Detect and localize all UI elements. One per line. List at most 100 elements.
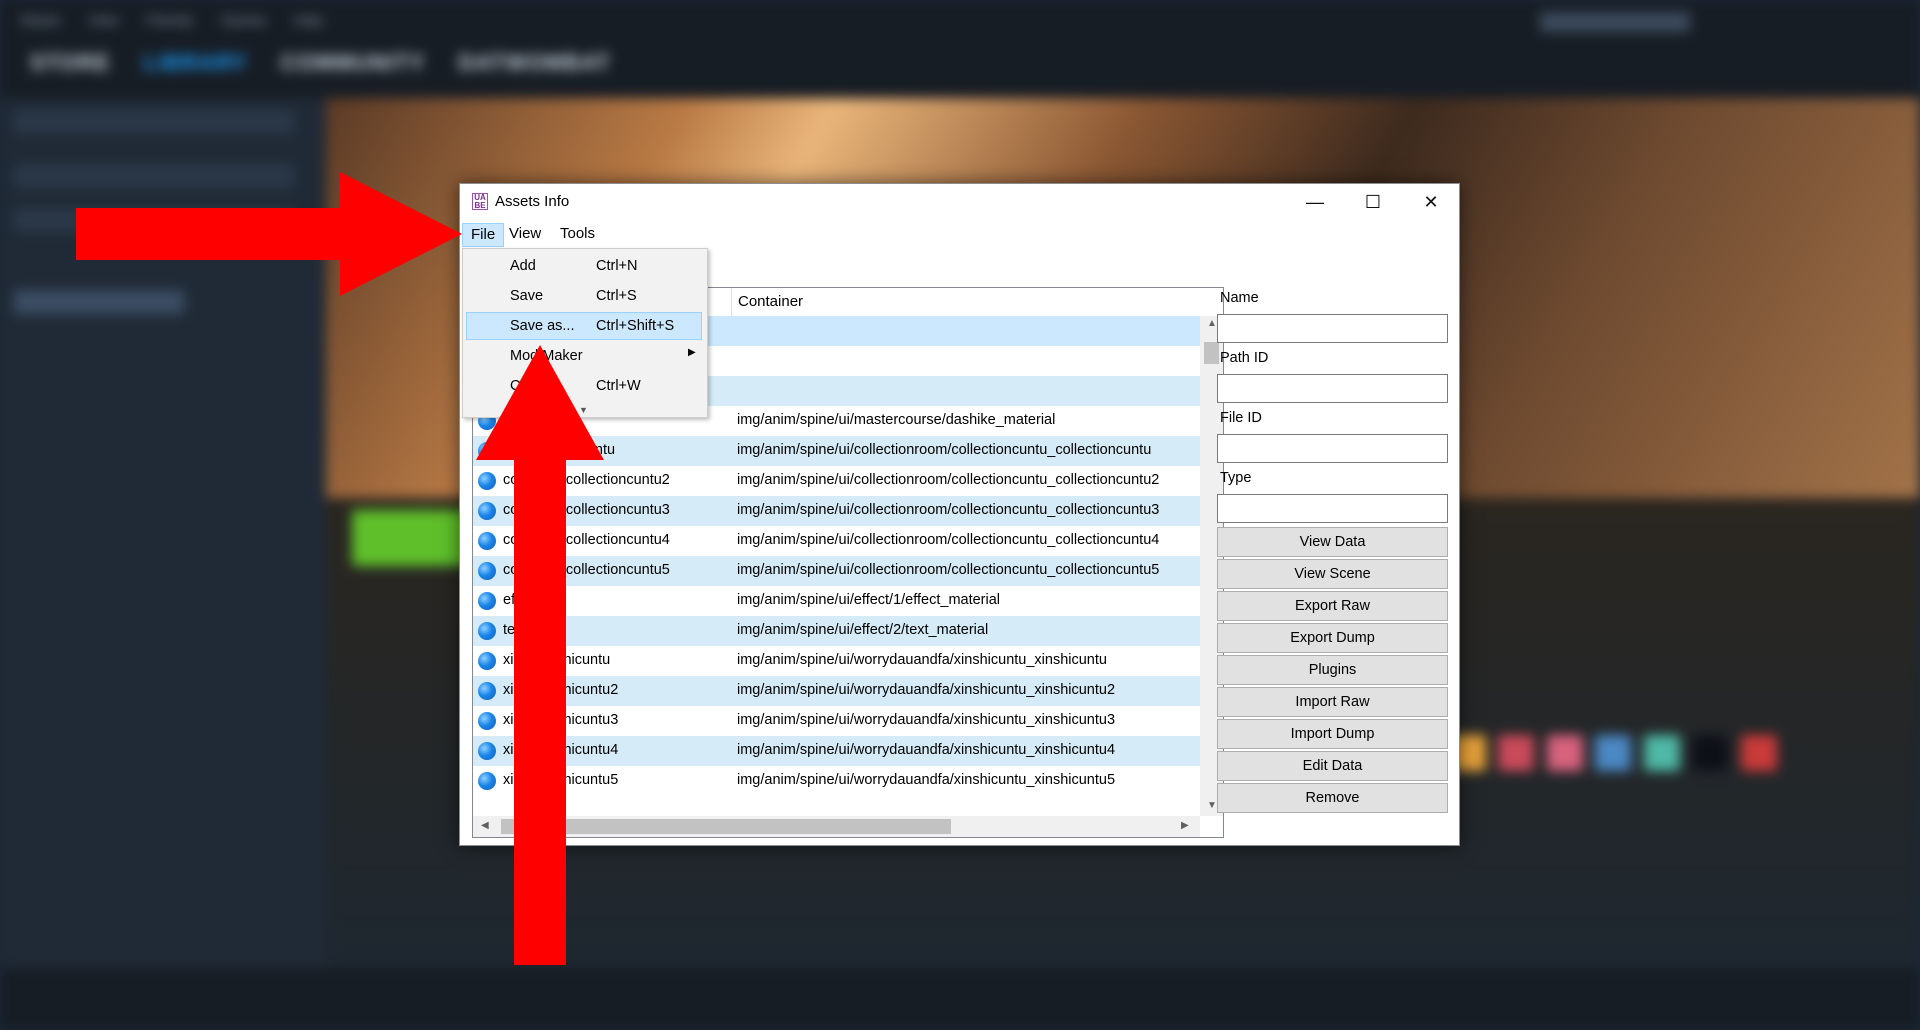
asset-sphere-icon: [478, 712, 496, 730]
friend-avatar: [1643, 735, 1680, 771]
asset-sphere-icon: [478, 742, 496, 760]
menu-item-mod-maker[interactable]: Mod Maker ▶: [466, 342, 702, 370]
asset-name-cell: xi tu_xinshicuntu: [503, 652, 611, 668]
assets-info-window: UA BE Assets Info — ☐ ✕ File View Tools C…: [459, 183, 1460, 846]
menu-more-chevron-icon: ▼: [579, 405, 588, 415]
table-row[interactable]: co cuntu_collectioncuntu3 img/anim/spine/…: [473, 496, 1200, 526]
table-row[interactable]: xi tu_xinshicuntu2 img/anim/spine/ui/worr…: [473, 676, 1200, 706]
asset-sphere-icon: [478, 622, 496, 640]
asset-name-cell: te erial: [503, 622, 547, 638]
plugins-button[interactable]: Plugins: [1217, 655, 1448, 685]
steam-user-badge[interactable]: [1540, 12, 1690, 32]
menu-item-shortcut: Ctrl+S: [596, 288, 637, 304]
table-row[interactable]: xi tu_xinshicuntu5 img/anim/spine/ui/worr…: [473, 766, 1200, 796]
menu-view[interactable]: View: [501, 223, 549, 245]
steam-nav-community[interactable]: COMMUNITY: [281, 50, 426, 75]
asset-name-cell: xi tu_xinshicuntu3: [503, 712, 619, 728]
asset-name-cell: ef aterial: [503, 592, 559, 608]
steam-friends-thumbs: [1450, 735, 1785, 776]
menu-item-shortcut: Ctrl+N: [596, 258, 638, 274]
asset-name-cell: xi tu_xinshicuntu4: [503, 742, 619, 758]
menu-file[interactable]: File: [462, 223, 505, 247]
friend-avatar: [1595, 735, 1632, 771]
title-bar[interactable]: UA BE Assets Info — ☐ ✕: [460, 184, 1459, 220]
asset-container-cell: img/anim/spine/ui/effect/2/text_material: [737, 622, 989, 638]
steam-nav-profile[interactable]: DATWOMBAT: [458, 50, 610, 75]
view-scene-button[interactable]: View Scene: [1217, 559, 1448, 589]
asset-container-cell: img/anim/spine/ui/worrydauandfa/xinshicu…: [737, 652, 1107, 668]
table-row[interactable]: xi tu_xinshicuntu4 img/anim/spine/ui/worr…: [473, 736, 1200, 766]
steam-sidebar-home[interactable]: [14, 110, 294, 134]
menu-item-close[interactable]: C Ctrl+W: [466, 372, 702, 400]
asset-sphere-icon: [478, 472, 496, 490]
steam-menu-steam[interactable]: Steam: [20, 12, 60, 28]
table-row[interactable]: xi tu_xinshicuntu3 img/anim/spine/ui/worr…: [473, 706, 1200, 736]
table-row[interactable]: te erial img/anim/spine/ui/effect/2/text_…: [473, 616, 1200, 646]
path-id-label: Path ID: [1220, 350, 1269, 366]
asset-container-cell: img/anim/spine/ui/mastercourse/dashike_m…: [737, 412, 1056, 428]
asset-container-cell: img/anim/spine/ui/effect/1/effect_materi…: [737, 592, 1001, 608]
friend-avatar: [1740, 735, 1777, 771]
table-row[interactable]: co cuntu_collectioncuntu5 img/anim/spine/…: [473, 556, 1200, 586]
scroll-right-icon[interactable]: ▶: [1181, 820, 1189, 831]
table-row[interactable]: xi tu_xinshicuntu img/anim/spine/ui/worry…: [473, 646, 1200, 676]
menu-tools[interactable]: Tools: [552, 223, 603, 245]
asset-sphere-icon: [478, 532, 496, 550]
export-dump-button[interactable]: Export Dump: [1217, 623, 1448, 653]
asset-container-cell: img/anim/spine/ui/worrydauandfa/xinshicu…: [737, 772, 1116, 788]
vertical-scroll-thumb[interactable]: [1204, 342, 1219, 364]
asset-name-cell: co cuntu_collectioncuntu2: [503, 472, 670, 488]
edit-data-button[interactable]: Edit Data: [1217, 751, 1448, 781]
scroll-left-icon[interactable]: ◀: [481, 820, 489, 831]
horizontal-scroll-thumb[interactable]: [501, 819, 951, 834]
name-label: Name: [1220, 290, 1259, 306]
scroll-down-icon[interactable]: ▼: [1207, 800, 1217, 811]
maximize-icon: ☐: [1364, 192, 1382, 212]
steam-menu-bar: Steam View Friends Games Help: [20, 12, 347, 28]
asset-sphere-icon: [478, 562, 496, 580]
path-id-field[interactable]: [1217, 374, 1448, 403]
table-row[interactable]: u_collectioncuntu img/anim/spine/ui/colle…: [473, 436, 1200, 466]
asset-name-cell: u_collectioncuntu: [503, 442, 616, 458]
horizontal-scrollbar[interactable]: ◀ ▶: [473, 816, 1200, 837]
remove-button[interactable]: Remove: [1217, 783, 1448, 813]
type-field[interactable]: [1217, 494, 1448, 523]
minimize-icon: —: [1306, 192, 1324, 212]
name-field[interactable]: [1217, 314, 1448, 343]
table-row[interactable]: co cuntu_collectioncuntu2 img/anim/spine/…: [473, 466, 1200, 496]
steam-nav-store[interactable]: STORE: [30, 50, 110, 75]
asset-container-cell: img/anim/spine/ui/worrydauandfa/xinshicu…: [737, 712, 1116, 728]
export-raw-button[interactable]: Export Raw: [1217, 591, 1448, 621]
steam-menu-view[interactable]: View: [88, 12, 118, 28]
steam-nav-library[interactable]: LIBRARY: [144, 50, 248, 75]
type-label: Type: [1220, 470, 1252, 486]
menu-item-label: C: [510, 378, 521, 394]
asset-name-cell: xi tu_xinshicuntu2: [503, 682, 619, 698]
menu-item-add[interactable]: Add Ctrl+N: [466, 252, 702, 280]
maximize-button[interactable]: ☐: [1344, 184, 1402, 220]
asset-sphere-icon: [478, 442, 496, 460]
table-row[interactable]: co cuntu_collectioncuntu4 img/anim/spine/…: [473, 526, 1200, 556]
menu-item-label: Mod Maker: [510, 348, 583, 364]
steam-menu-games[interactable]: Games: [221, 12, 266, 28]
steam-footer: [0, 968, 1920, 1030]
submenu-arrow-icon: ▶: [688, 347, 696, 358]
steam-sidebar-search[interactable]: [14, 164, 294, 188]
import-raw-button[interactable]: Import Raw: [1217, 687, 1448, 717]
asset-name-cell: co cuntu_collectioncuntu3: [503, 502, 670, 518]
scroll-up-icon[interactable]: ▲: [1207, 318, 1217, 329]
menu-item-save[interactable]: Save Ctrl+S: [466, 282, 702, 310]
file-id-label: File ID: [1220, 410, 1262, 426]
import-dump-button[interactable]: Import Dump: [1217, 719, 1448, 749]
minimize-button[interactable]: —: [1286, 184, 1344, 220]
file-id-field[interactable]: [1217, 434, 1448, 463]
column-header-container[interactable]: Container: [731, 288, 1218, 316]
view-data-button[interactable]: View Data: [1217, 527, 1448, 557]
close-button[interactable]: ✕: [1402, 184, 1460, 220]
menu-item-save-as[interactable]: Save as... Ctrl+Shift+S: [466, 312, 702, 340]
steam-sidebar-filter[interactable]: [14, 208, 294, 232]
steam-menu-help[interactable]: Help: [294, 12, 323, 28]
steam-sidebar-game[interactable]: [14, 290, 184, 314]
steam-menu-friends[interactable]: Friends: [146, 12, 193, 28]
table-row[interactable]: ef aterial img/anim/spine/ui/effect/1/eff…: [473, 586, 1200, 616]
